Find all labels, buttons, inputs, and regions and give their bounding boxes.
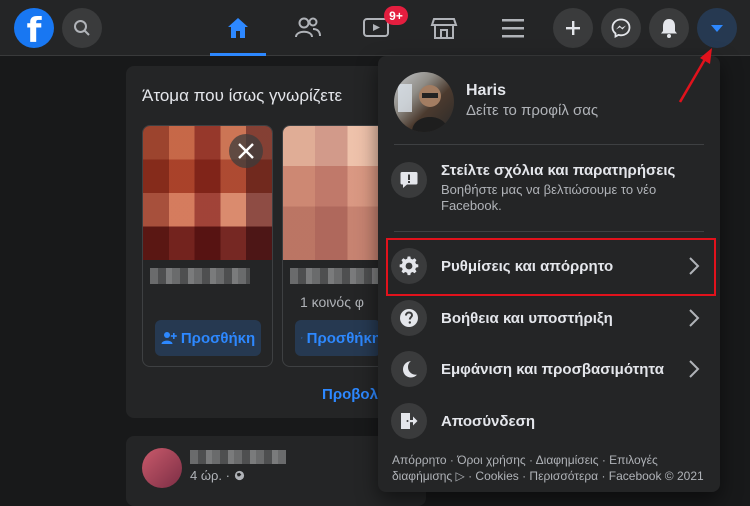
display-icon-wrap [391, 351, 427, 387]
add-friend-icon [301, 331, 303, 345]
view-all-link[interactable]: Προβολ [322, 386, 378, 403]
annotation-arrow-icon [670, 44, 720, 108]
mutual-friends-count: 1 κοινός φ [300, 294, 364, 310]
create-button[interactable] [553, 8, 593, 48]
tab-friends[interactable] [280, 0, 336, 56]
messenger-icon [611, 18, 631, 38]
footer-links[interactable]: Απόρρητο · Όροι χρήσης · Διαφημίσεις · Ε… [392, 452, 712, 484]
notifications-button[interactable] [649, 8, 689, 48]
search-button[interactable] [62, 8, 102, 48]
globe-icon [234, 470, 245, 481]
view-profile-text: Δείτε το προφίλ σας [466, 102, 598, 119]
chevron-right-icon [688, 308, 700, 328]
profile-name: Haris [466, 82, 506, 100]
dismiss-suggestion-button[interactable] [229, 134, 263, 168]
profile-avatar [394, 72, 454, 132]
tab-menu[interactable] [485, 0, 541, 56]
tab-home[interactable] [210, 0, 266, 56]
add-friend-button[interactable]: Προσθήκη [295, 320, 381, 356]
tab-marketplace[interactable] [416, 0, 472, 56]
moon-icon [399, 359, 419, 379]
add-friend-button[interactable]: Προσθήκη [155, 320, 261, 356]
help-icon [399, 308, 419, 328]
post-time-text: 4 ώρ. · [190, 468, 234, 483]
friends-icon [294, 15, 322, 41]
post-avatar[interactable] [142, 448, 182, 488]
help-support-menu-item[interactable]: Βοήθεια και υποστήριξη [441, 310, 613, 327]
messenger-button[interactable] [601, 8, 641, 48]
people-you-may-know-title: Άτομα που ίσως γνωρίζετε [142, 86, 342, 106]
blurred-name [290, 268, 378, 284]
feedback-icon [399, 170, 419, 190]
close-icon [237, 142, 255, 160]
logout-icon-wrap [391, 403, 427, 439]
menu-divider [394, 144, 704, 145]
account-button[interactable] [697, 8, 737, 48]
display-accessibility-menu-item[interactable]: Εμφάνιση και προσβασιμότητα [441, 361, 664, 378]
logout-icon [399, 411, 419, 431]
menu-divider [394, 231, 704, 232]
notification-badge: 9+ [384, 6, 408, 25]
home-icon [225, 15, 251, 41]
bell-icon [660, 18, 678, 38]
add-friend-label: Προσθήκη [307, 330, 381, 347]
feedback-menu-item[interactable]: Στείλτε σχόλια και παρατηρήσεις [441, 162, 675, 179]
facebook-logo[interactable]: f [14, 8, 54, 48]
add-friend-icon [161, 331, 177, 345]
profile-photo-icon [394, 72, 454, 132]
blurred-name [190, 450, 286, 464]
feedback-icon-wrap [391, 162, 427, 198]
blurred-name [150, 268, 250, 284]
post-timestamp[interactable]: 4 ώρ. · [190, 468, 245, 483]
logout-menu-item[interactable]: Αποσύνδεση [441, 413, 535, 430]
help-icon-wrap [391, 300, 427, 336]
plus-icon [565, 20, 581, 36]
feedback-description: Βοηθήστε μας να βελτιώσουμε το νέο Faceb… [441, 182, 671, 214]
caret-down-icon [710, 23, 724, 33]
marketplace-icon [430, 15, 458, 41]
search-icon [73, 19, 91, 37]
chevron-right-icon [688, 359, 700, 379]
settings-highlight-box [386, 238, 716, 296]
add-friend-label: Προσθήκη [181, 330, 255, 347]
hamburger-menu-icon [501, 17, 525, 39]
